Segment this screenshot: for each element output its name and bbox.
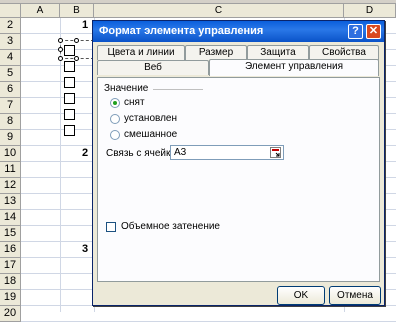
group-number: 3 xyxy=(82,243,89,255)
radio-label-mixed: смешанное xyxy=(124,129,178,140)
help-icon: ? xyxy=(352,25,359,37)
ok-button[interactable]: OK xyxy=(277,286,325,305)
format-control-dialog: Формат элемента управления ? ✕ Цвета и л… xyxy=(92,20,385,306)
row-header-3[interactable]: 3 xyxy=(0,34,21,50)
row-header-10[interactable]: 10 xyxy=(0,146,21,162)
column-header-b[interactable]: B xyxy=(60,4,94,18)
row-header-15[interactable]: 15 xyxy=(0,226,21,242)
row-header-4[interactable]: 4 xyxy=(0,50,21,66)
row-header-6[interactable]: 6 xyxy=(0,82,21,98)
sheet-checkbox-row4[interactable] xyxy=(64,61,75,72)
row-header-14[interactable]: 14 xyxy=(0,210,21,226)
group-number: 2 xyxy=(82,147,89,159)
tab-control[interactable]: Элемент управления xyxy=(209,59,379,76)
grid-row xyxy=(21,306,396,322)
tab-size[interactable]: Размер xyxy=(185,45,247,60)
shading-checkbox[interactable] xyxy=(106,222,116,232)
select-all-corner[interactable] xyxy=(0,4,21,18)
radio-label-checked: установлен xyxy=(124,113,178,124)
resize-handle[interactable] xyxy=(58,47,63,52)
radio-unchecked[interactable] xyxy=(110,98,120,108)
dialog-title: Формат элемента управления xyxy=(99,25,264,37)
row-header-9[interactable]: 9 xyxy=(0,130,21,146)
row-header-5[interactable]: 5 xyxy=(0,66,21,82)
row-header-20[interactable]: 20 xyxy=(0,306,21,322)
tab-properties[interactable]: Свойства xyxy=(309,45,379,60)
radio-selected-dot xyxy=(113,101,117,105)
sheet-checkbox-row6[interactable] xyxy=(64,93,75,104)
dialog-title-bar[interactable]: Формат элемента управления xyxy=(93,21,384,42)
resize-handle[interactable] xyxy=(74,56,79,61)
group-divider xyxy=(153,89,203,90)
row-header-19[interactable]: 19 xyxy=(0,290,21,306)
cell-link-value: A3 xyxy=(174,147,187,158)
collapse-dialog-icon[interactable] xyxy=(270,147,281,158)
row-header-8[interactable]: 8 xyxy=(0,114,21,130)
resize-handle[interactable] xyxy=(74,38,79,43)
grid-line xyxy=(60,18,61,312)
row-header-18[interactable]: 18 xyxy=(0,274,21,290)
sheet-checkbox-row5[interactable] xyxy=(64,77,75,88)
column-header-a[interactable]: A xyxy=(21,4,60,18)
radio-label-unchecked: снят xyxy=(124,97,145,108)
close-icon: ✕ xyxy=(368,25,379,37)
tab-colors-lines[interactable]: Цвета и линии xyxy=(97,45,185,60)
cell-link-field[interactable]: A3 xyxy=(170,145,284,160)
row-header-16[interactable]: 16 xyxy=(0,242,21,258)
group-number: 1 xyxy=(82,19,89,31)
sheet-checkbox-row7[interactable] xyxy=(64,109,75,120)
cancel-button[interactable]: Отмена xyxy=(329,286,381,305)
value-group-label: Значение xyxy=(104,83,149,94)
row-header-7[interactable]: 7 xyxy=(0,98,21,114)
tab-protection[interactable]: Защита xyxy=(247,45,309,60)
tab-panel-control: Значение снят установлен смешанное Связь… xyxy=(97,77,380,282)
shading-label: Объемное затенение xyxy=(121,221,220,232)
help-button[interactable]: ? xyxy=(348,24,363,39)
tab-web[interactable]: Веб xyxy=(97,60,209,75)
radio-checked[interactable] xyxy=(110,114,120,124)
column-header-c[interactable]: C xyxy=(94,4,344,18)
radio-mixed[interactable] xyxy=(110,130,120,140)
row-header-2[interactable]: 2 xyxy=(0,18,21,34)
resize-handle[interactable] xyxy=(58,38,63,43)
row-header-11[interactable]: 11 xyxy=(0,162,21,178)
sheet-checkbox-row8[interactable] xyxy=(64,125,75,136)
row-header-12[interactable]: 12 xyxy=(0,178,21,194)
row-header-17[interactable]: 17 xyxy=(0,258,21,274)
close-button[interactable]: ✕ xyxy=(366,24,381,39)
resize-handle[interactable] xyxy=(58,56,63,61)
row-header-13[interactable]: 13 xyxy=(0,194,21,210)
column-header-d[interactable]: D xyxy=(344,4,396,18)
